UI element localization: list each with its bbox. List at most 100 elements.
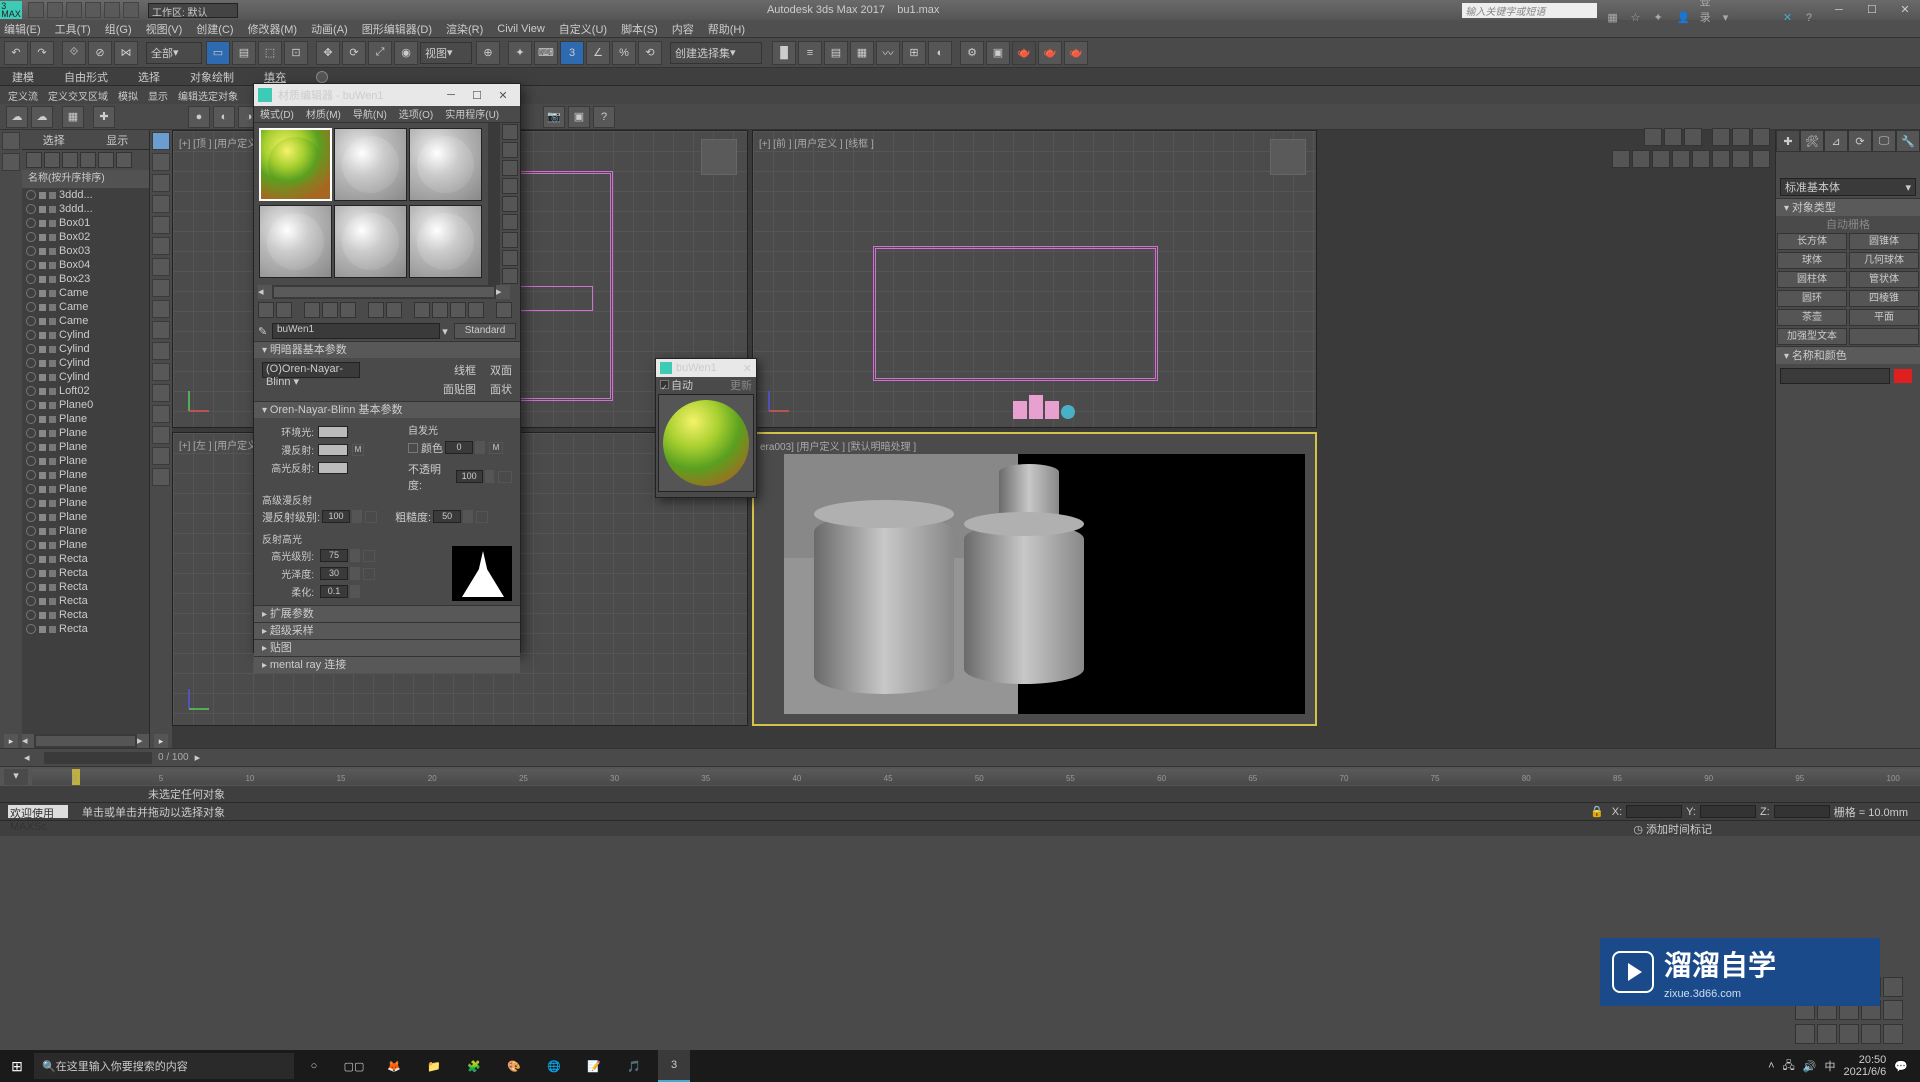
cmdsub-6[interactable]	[1712, 150, 1730, 168]
viewcube-top[interactable]	[701, 139, 737, 175]
sim1-icon[interactable]: ●	[188, 106, 210, 128]
object-color-swatch[interactable]	[1894, 369, 1912, 383]
rough-map-button[interactable]	[476, 511, 488, 523]
tree-item[interactable]: Plane	[22, 440, 149, 454]
rotate-button[interactable]: ⟳	[342, 41, 366, 65]
visibility-icon[interactable]	[26, 358, 36, 368]
btn-cone[interactable]: 圆锥体	[1849, 233, 1919, 250]
tab-display[interactable]: 显示	[106, 132, 128, 148]
btn-geosphere[interactable]: 几何球体	[1849, 252, 1919, 269]
tab-objectpaint[interactable]: 对象绘制	[190, 69, 234, 85]
render-online-button[interactable]: 🫖	[1064, 41, 1088, 65]
rollout-onb-hdr[interactable]: ▾ Oren-Nayar-Blinn 基本参数	[254, 402, 520, 418]
visibility-icon[interactable]	[26, 498, 36, 508]
freeze-icon[interactable]	[39, 416, 46, 423]
vp-add-icon[interactable]	[1644, 128, 1662, 146]
mat-type-button[interactable]: Standard	[454, 323, 516, 339]
vtool-12[interactable]	[152, 363, 170, 381]
bind-button[interactable]: ⋈	[114, 41, 138, 65]
freeze-icon[interactable]	[39, 248, 46, 255]
specular-swatch[interactable]	[318, 462, 348, 474]
explorer-icon[interactable]: 📁	[418, 1050, 450, 1082]
opacity-arrows[interactable]	[485, 470, 495, 483]
tab-select[interactable]: 选择	[43, 132, 65, 148]
vtool-6[interactable]	[152, 237, 170, 255]
vtool-3[interactable]	[152, 174, 170, 192]
tree-item[interactable]: Cylind	[22, 328, 149, 342]
redo-icon[interactable]	[104, 2, 120, 18]
freeze-icon[interactable]	[39, 290, 46, 297]
select-object-button[interactable]: ▭	[206, 41, 230, 65]
visibility-icon[interactable]	[26, 288, 36, 298]
unlink-button[interactable]: ⊘	[88, 41, 112, 65]
window-crossing-button[interactable]: ⊡	[284, 41, 308, 65]
mat-uvtile-icon[interactable]	[502, 178, 518, 194]
mat-min-button[interactable]: ─	[438, 89, 464, 101]
soften-spinner[interactable]: 0.1	[320, 585, 348, 598]
tab-modify-icon[interactable]: 🛠	[1800, 130, 1824, 152]
opacity-spinner[interactable]: 100	[456, 470, 483, 483]
freeze-icon[interactable]	[39, 612, 46, 619]
matmenu-material[interactable]: 材质(M)	[306, 106, 341, 122]
tree-item[interactable]: Plane	[22, 426, 149, 440]
render-setup-button[interactable]: ⚙	[960, 41, 984, 65]
grid-icon[interactable]: ▦	[1607, 11, 1623, 27]
vp-max-icon[interactable]	[1684, 128, 1702, 146]
sim2-icon[interactable]: ◐	[213, 106, 235, 128]
menu-group[interactable]: 组(G)	[105, 21, 132, 37]
tree-item[interactable]: Plane0	[22, 398, 149, 412]
mat-slot-6[interactable]	[409, 205, 482, 278]
btn-tube[interactable]: 管状体	[1849, 271, 1919, 288]
filter-6-icon[interactable]	[116, 152, 132, 168]
toggle-ribbon-button[interactable]: ▦	[850, 41, 874, 65]
gloss-map-button[interactable]	[363, 568, 375, 580]
move-button[interactable]: ✥	[316, 41, 340, 65]
render-view-icon[interactable]: 📷	[543, 106, 565, 128]
vtool-5[interactable]	[152, 216, 170, 234]
btn-torus[interactable]: 圆环	[1777, 290, 1847, 307]
tree-item[interactable]: Plane	[22, 482, 149, 496]
app2-icon[interactable]: 🎨	[498, 1050, 530, 1082]
3dsmax-taskbar-icon[interactable]: 3	[658, 1050, 690, 1082]
freeze-icon[interactable]	[39, 388, 46, 395]
tree-item[interactable]: Plane	[22, 454, 149, 468]
freeze-icon[interactable]	[39, 542, 46, 549]
freeze-icon[interactable]	[39, 318, 46, 325]
rollout-objecttype[interactable]: ▾ 对象类型	[1776, 198, 1920, 216]
maximize-button[interactable]: ☐	[1857, 1, 1887, 19]
visibility-icon[interactable]	[26, 260, 36, 270]
vp-edit-icon[interactable]	[1664, 128, 1682, 146]
placement-button[interactable]: ◉	[394, 41, 418, 65]
tree-item[interactable]: Box23	[22, 272, 149, 286]
visibility-icon[interactable]	[26, 246, 36, 256]
visibility-icon[interactable]	[26, 610, 36, 620]
nav-btn-10[interactable]	[1883, 1000, 1903, 1020]
mat-slot-5[interactable]	[334, 205, 407, 278]
mat-slot-1[interactable]	[259, 128, 332, 201]
star2-icon[interactable]: ✦	[1654, 11, 1670, 27]
new-icon[interactable]	[28, 2, 44, 18]
curve-editor-button[interactable]: 〰	[876, 41, 900, 65]
scale-button[interactable]: ⤢	[368, 41, 392, 65]
selfillum-check[interactable]	[408, 443, 418, 453]
create-category-combo[interactable]: 标准基本体▾	[1780, 178, 1916, 196]
flow-icon[interactable]: ☁	[6, 106, 28, 128]
gloss-spinner[interactable]: 30	[320, 567, 348, 580]
timeline-config-button[interactable]: ▾	[4, 769, 28, 785]
visibility-icon[interactable]	[26, 330, 36, 340]
btn-sphere[interactable]: 球体	[1777, 252, 1847, 269]
mat-assign-icon[interactable]	[304, 302, 320, 318]
picker-icon[interactable]: ✎	[258, 325, 272, 338]
cmdsub-3[interactable]	[1652, 150, 1670, 168]
ribbon-dot-icon[interactable]	[316, 71, 328, 83]
nav-btn-12[interactable]	[1817, 1024, 1837, 1044]
filter-4-icon[interactable]	[80, 152, 96, 168]
manipulate-button[interactable]: ✦	[508, 41, 532, 65]
menu-animation[interactable]: 动画(A)	[311, 21, 348, 37]
freeze-icon[interactable]	[39, 402, 46, 409]
tree-item[interactable]: Recta	[22, 552, 149, 566]
subtab-flow[interactable]: 定义流	[8, 88, 38, 103]
vp-shade3-icon[interactable]	[1752, 128, 1770, 146]
difflvl-map-button[interactable]	[365, 511, 377, 523]
diffuse-map-button[interactable]: M	[352, 444, 364, 456]
